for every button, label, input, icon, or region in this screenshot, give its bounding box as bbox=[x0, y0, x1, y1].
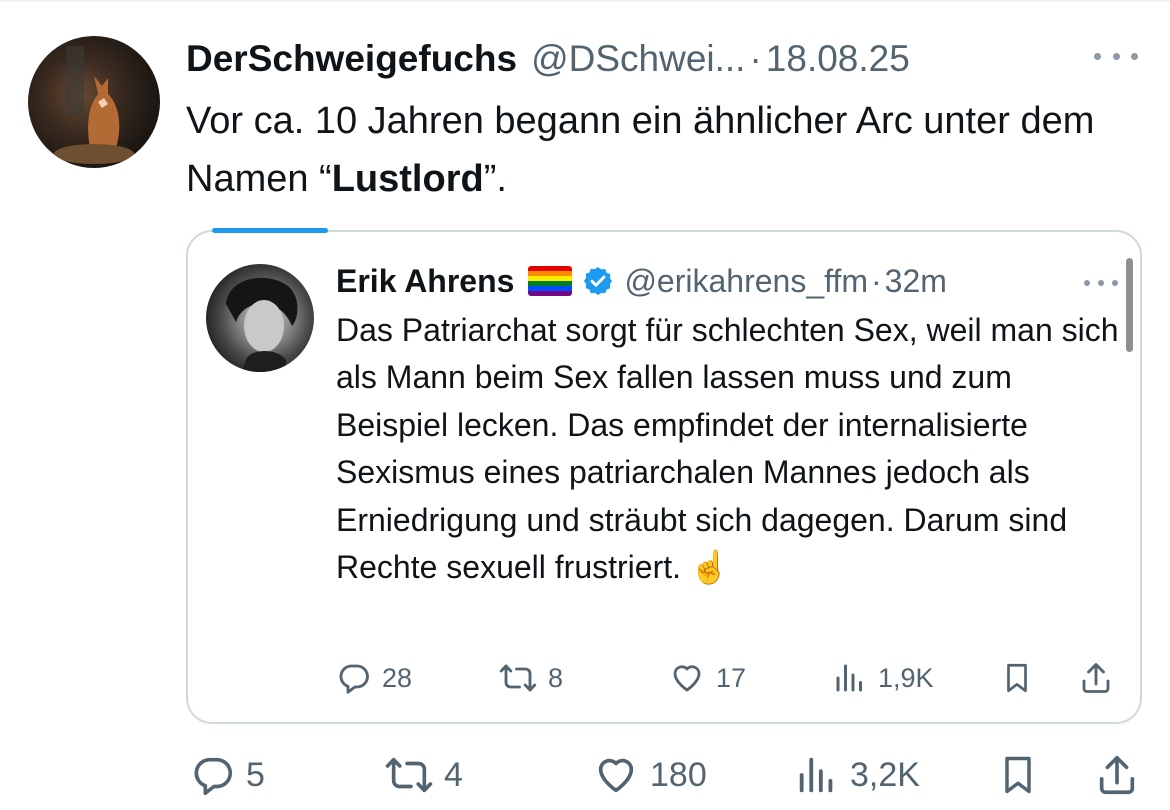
quoted-tweet-time[interactable]: 32m bbox=[885, 263, 947, 300]
bookmark-icon bbox=[1007, 663, 1027, 693]
like-button[interactable]: 180 bbox=[592, 752, 707, 798]
bookmark-button[interactable] bbox=[996, 752, 1040, 798]
top-divider bbox=[0, 0, 1170, 2]
share-icon bbox=[1082, 663, 1110, 693]
verified-badge-icon bbox=[584, 267, 613, 295]
quoted-repost-count: 8 bbox=[548, 662, 564, 693]
rainbow-flag-icon bbox=[528, 266, 573, 296]
views-button[interactable]: 3,2K bbox=[794, 752, 920, 798]
fox-avatar-image bbox=[54, 46, 134, 164]
quoted-tweet-header: Erik Ahrens @erikahrens_ffm · 32m bbox=[336, 260, 1086, 302]
tweet-text-after: ”. bbox=[483, 158, 507, 200]
quoted-more-icon[interactable] bbox=[1084, 276, 1118, 290]
portrait-avatar-image bbox=[226, 277, 298, 372]
quoted-like-button[interactable]: 17 bbox=[668, 660, 746, 696]
views-icon bbox=[836, 664, 862, 692]
quoted-bookmark-button[interactable] bbox=[1000, 660, 1034, 696]
repost-count: 4 bbox=[444, 755, 463, 794]
reply-icon bbox=[339, 664, 369, 694]
repost-button[interactable]: 4 bbox=[384, 752, 463, 798]
author-name[interactable]: DerSchweigefuchs bbox=[186, 38, 517, 80]
heart-icon bbox=[673, 665, 701, 692]
quoted-author-name[interactable]: Erik Ahrens bbox=[336, 263, 514, 300]
views-icon bbox=[799, 757, 833, 793]
quoted-views-count: 1,9K bbox=[878, 662, 934, 693]
quoted-reply-button[interactable]: 28 bbox=[336, 660, 412, 696]
pointing-up-emoji: ☝️ bbox=[689, 549, 730, 586]
quoted-repost-button[interactable]: 8 bbox=[498, 660, 563, 696]
quoted-author-handle[interactable]: @erikahrens_ffm bbox=[624, 263, 868, 300]
tweet-date[interactable]: 18.08.25 bbox=[766, 38, 910, 80]
quoted-share-button[interactable] bbox=[1078, 660, 1114, 696]
quoted-reply-count: 28 bbox=[382, 662, 413, 693]
author-avatar[interactable] bbox=[28, 36, 160, 168]
header-separator: · bbox=[749, 38, 762, 79]
quoted-tweet-text: Das Patriarchat sorgt für schlechten Sex… bbox=[336, 307, 1126, 591]
quoted-views-button[interactable]: 1,9K bbox=[832, 660, 934, 696]
views-count: 3,2K bbox=[850, 755, 920, 794]
reply-button[interactable]: 5 bbox=[190, 752, 265, 798]
repost-icon bbox=[385, 757, 433, 793]
quoted-header-separator: · bbox=[870, 262, 882, 299]
like-count: 180 bbox=[650, 755, 707, 794]
more-icon[interactable] bbox=[1094, 44, 1138, 68]
repost-icon bbox=[499, 664, 537, 692]
reply-icon bbox=[194, 757, 233, 796]
quoted-text-body: Das Patriarchat sorgt für schlechten Sex… bbox=[336, 312, 1119, 586]
bookmark-icon bbox=[1005, 756, 1031, 794]
heart-icon bbox=[598, 758, 634, 793]
scrollbar[interactable] bbox=[1126, 258, 1133, 352]
share-button[interactable] bbox=[1094, 752, 1140, 798]
quoted-author-avatar[interactable] bbox=[206, 264, 314, 372]
tweet-text: Vor ca. 10 Jahren begann ein ähnlicher A… bbox=[186, 92, 1136, 208]
tweet-text-before: Vor ca. 10 Jahren begann ein ähnlicher A… bbox=[186, 100, 1095, 200]
quoted-like-count: 17 bbox=[716, 662, 747, 693]
share-icon bbox=[1099, 755, 1135, 795]
author-handle[interactable]: @DSchwei... bbox=[531, 38, 745, 80]
reply-count: 5 bbox=[246, 755, 265, 794]
tweet-text-bold: Lustlord bbox=[331, 158, 484, 200]
quote-highlight-bar bbox=[212, 228, 328, 233]
tweet-header: DerSchweigefuchs @DSchwei... · 18.08.25 bbox=[186, 36, 1136, 82]
